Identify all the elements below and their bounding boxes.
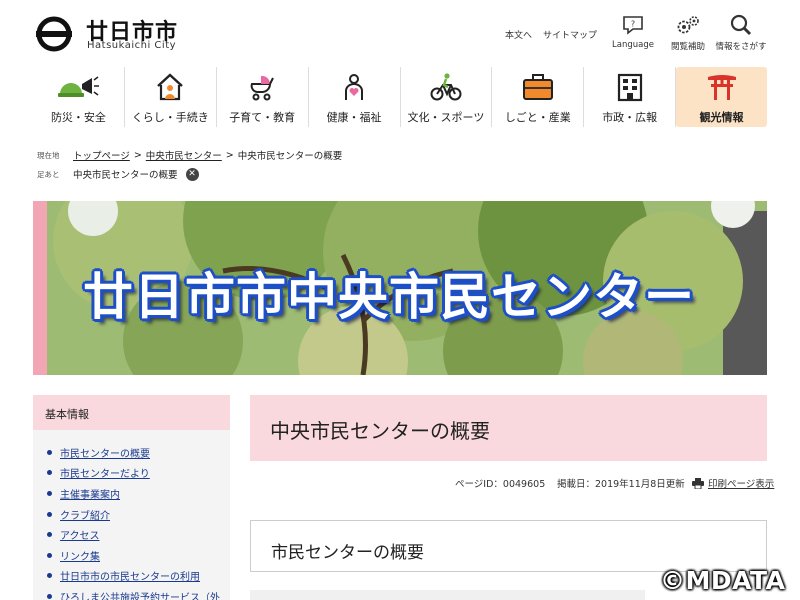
torii-icon [707, 75, 736, 100]
posted-date: 掲載日：2019年11月8日更新 [557, 479, 685, 490]
bullet-icon [47, 470, 52, 476]
bullet-icon [47, 449, 52, 455]
language-icon: ? [623, 16, 643, 35]
print-page-link[interactable]: 印刷ページ表示 [692, 476, 774, 490]
sidebar-item: リンク集 [47, 545, 230, 566]
site-subtitle: Hatsukaichi City [87, 40, 177, 51]
footprint-item[interactable]: 中央市民センターの概要 [73, 167, 178, 181]
language-label: Language [612, 40, 654, 50]
nav-label: くらし・手続き [131, 111, 209, 124]
bullet-icon [47, 490, 52, 496]
sidebar-item: 市民センターだより [47, 463, 230, 484]
sidebar-item: 廿日市市の市民センターの利用 [47, 566, 230, 587]
page-title: 中央市民センターの概要 [250, 395, 767, 461]
bullet-icon [47, 552, 52, 558]
nav-item-city-admin[interactable]: 市政・広報 [584, 67, 677, 127]
sidebar: 基本情報 市民センターの概要 市民センターだより 主催事業案内 クラブ紹介 アク… [33, 395, 230, 600]
printer-icon [692, 477, 704, 489]
bicycle-icon [430, 73, 462, 101]
sidebar-link[interactable]: リンク集 [60, 548, 100, 563]
close-icon[interactable]: ✕ [185, 167, 199, 181]
search-info-label: 情報をさがす [715, 42, 767, 52]
breadcrumb-separator: > [225, 149, 234, 161]
sidebar-link[interactable]: アクセス [60, 527, 100, 542]
nav-item-living[interactable]: くらし・手続き [125, 67, 217, 127]
search-info-button[interactable]: 情報をさがす [713, 14, 769, 52]
nav-label: 健康・福祉 [326, 111, 382, 124]
stroller-icon [250, 75, 275, 101]
breadcrumb: 現在地 トップページ > 中央市民センター > 中央市民センターの概要 [37, 148, 343, 163]
sidebar-link[interactable]: 市民センターだより [60, 465, 150, 480]
sidebar-item: クラブ紹介 [47, 504, 230, 525]
svg-text:?: ? [631, 20, 635, 29]
content-subbox [250, 590, 645, 600]
city-logo-icon[interactable] [36, 16, 72, 52]
nav-item-culture-sports[interactable]: 文化・スポーツ [401, 67, 493, 127]
sidebar-heading: 基本情報 [33, 395, 230, 430]
nav-label: 文化・スポーツ [407, 111, 485, 124]
house-icon [157, 73, 184, 101]
nav-item-tourism[interactable]: 観光情報 [676, 67, 767, 127]
skip-to-content-link[interactable]: 本文へ [505, 28, 532, 41]
print-page-label[interactable]: 印刷ページ表示 [708, 476, 774, 490]
sidebar-item: アクセス [47, 524, 230, 545]
bullet-icon [47, 511, 52, 517]
bullet-icon [47, 573, 52, 579]
sidebar-list: 市民センターの概要 市民センターだより 主催事業案内 クラブ紹介 アクセス リン… [33, 430, 230, 600]
nav-label: しごと・産業 [504, 111, 571, 124]
page-id: ページID：0049605 [455, 479, 546, 490]
megaphone-helmet-icon [58, 76, 100, 97]
nav-label: 観光情報 [699, 111, 744, 124]
breadcrumb-link-top[interactable]: トップページ [73, 148, 130, 162]
sitemap-link[interactable]: サイトマップ [543, 28, 597, 41]
sidebar-link[interactable]: 市民センターの概要 [60, 445, 150, 460]
bullet-icon [47, 532, 52, 538]
breadcrumb-separator: > [133, 149, 142, 161]
breadcrumb-tag: 現在地 [37, 150, 60, 160]
section-heading: 市民センターの概要 [250, 520, 767, 572]
language-button[interactable]: ? Language [605, 14, 661, 50]
global-nav: 防災・安全 くらし・手続き 子育て・教育 健康・福祉 文化・スポーツ しごと・産… [33, 67, 767, 127]
sidebar-link[interactable]: クラブ紹介 [60, 507, 110, 522]
briefcase-icon [522, 74, 553, 100]
reading-assist-button[interactable]: 閲覧補助 [660, 14, 716, 52]
footprint-tag: 足あと [37, 169, 60, 179]
sidebar-item: 市民センターの概要 [47, 442, 230, 463]
health-icon [345, 74, 364, 100]
nav-item-health-welfare[interactable]: 健康・福祉 [309, 67, 401, 127]
building-icon [617, 73, 642, 102]
reading-assist-label: 閲覧補助 [670, 42, 705, 52]
sidebar-link[interactable]: 主催事業案内 [60, 486, 120, 501]
banner-title: 廿日市市中央市民センター [83, 268, 695, 326]
bullet-icon [47, 593, 52, 599]
footprint: 足あと 中央市民センターの概要 ✕ [37, 167, 199, 181]
nav-item-childcare[interactable]: 子育て・教育 [217, 67, 309, 127]
nav-label: 防災・安全 [50, 111, 106, 124]
nav-label: 子育て・教育 [229, 111, 296, 124]
breadcrumb-link-center[interactable]: 中央市民センター [146, 148, 222, 162]
breadcrumb-current: 中央市民センターの概要 [237, 151, 343, 162]
nav-label: 市政・広報 [602, 111, 658, 124]
sidebar-link[interactable]: 廿日市市の市民センターの利用 [60, 568, 200, 583]
nav-item-work-industry[interactable]: しごと・産業 [492, 67, 585, 127]
search-icon [730, 14, 752, 36]
watermark: ©MDATA [660, 566, 786, 595]
reading-assist-icon [677, 16, 699, 34]
sidebar-item: 主催事業案内 [47, 483, 230, 504]
hero-banner: 廿日市市中央市民センター [33, 201, 767, 375]
sidebar-item: ひろしま公共施設予約サービス（外 [47, 586, 230, 600]
sidebar-link[interactable]: ひろしま公共施設予約サービス（外 [60, 589, 220, 600]
nav-item-disaster-safety[interactable]: 防災・安全 [33, 67, 125, 127]
